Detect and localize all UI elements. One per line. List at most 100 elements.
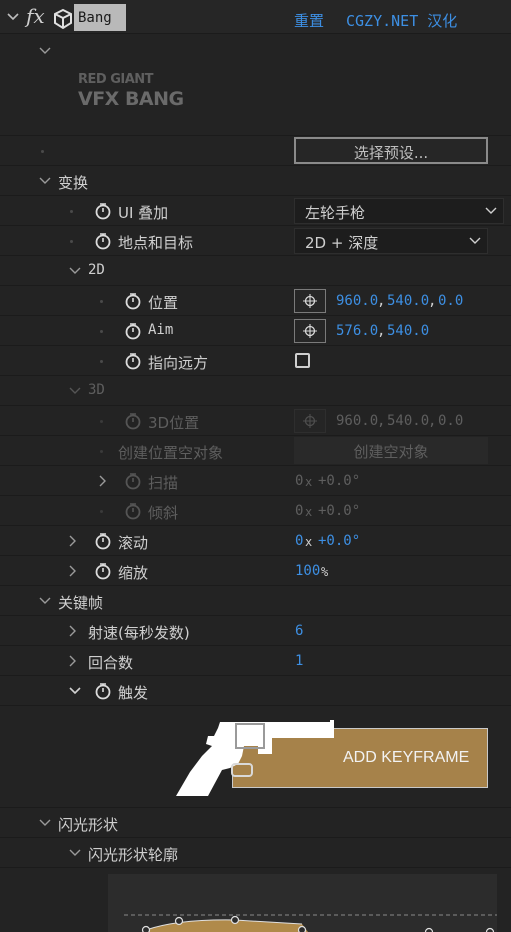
ui-overlay-row: UI 叠加 左轮手枪: [0, 196, 511, 226]
position-3d-z-value: 0.0: [438, 413, 464, 429]
stopwatch-icon[interactable]: [94, 682, 112, 700]
position-x-value[interactable]: 960.0: [336, 293, 378, 309]
fire-rate-value[interactable]: 6: [295, 623, 303, 639]
separator: ,: [428, 413, 437, 429]
flash-profile-label: 闪光形状轮廓: [88, 846, 179, 864]
flash-shape-group[interactable]: 闪光形状: [0, 808, 511, 838]
three-d-label: 3D: [88, 382, 105, 398]
chevron-right-icon[interactable]: [66, 534, 80, 548]
chevron-down-icon: [485, 207, 497, 214]
three-d-group[interactable]: 3D: [0, 376, 511, 406]
stopwatch-icon[interactable]: [94, 532, 112, 550]
scale-label: 缩放: [118, 564, 149, 582]
stopwatch-icon[interactable]: [124, 322, 142, 340]
trigger-label: 触发: [118, 684, 149, 702]
fx-icon[interactable]: fx: [26, 4, 45, 28]
tilt-label: 倾斜: [148, 504, 179, 522]
position-3d-x-value: 960.0: [336, 413, 379, 429]
position-3d-y-value: 540.0: [387, 413, 430, 429]
row-dot: [70, 240, 73, 243]
chevron-down-icon[interactable]: [38, 174, 52, 188]
stopwatch-icon[interactable]: [94, 562, 112, 580]
chevron-right-icon[interactable]: [66, 564, 80, 578]
chevron-down-icon[interactable]: [38, 46, 52, 56]
chevron-right-icon[interactable]: [66, 654, 80, 668]
chevron-down-icon[interactable]: [38, 594, 52, 608]
rounds-row: 回合数 1: [0, 646, 511, 676]
chevron-down-icon[interactable]: [68, 684, 82, 698]
position-3d-row: 3D位置 960.0 , 540.0 , 0.0: [0, 406, 511, 436]
point-far-checkbox[interactable]: [295, 353, 310, 368]
rounds-value[interactable]: 1: [295, 653, 303, 669]
select-preset-button[interactable]: 选择预设...: [294, 137, 488, 164]
flash-profile-curve-editor[interactable]: [108, 874, 497, 932]
stopwatch-icon[interactable]: [124, 352, 142, 370]
chevron-down-icon[interactable]: [68, 384, 82, 398]
stopwatch-icon[interactable]: [94, 232, 112, 250]
location-target-dropdown[interactable]: 2D + 深度: [294, 228, 488, 254]
logo-row: RED GIANT VFX BANG: [0, 34, 511, 136]
logo-line1: RED GIANT: [78, 72, 154, 87]
ui-overlay-dropdown[interactable]: 左轮手枪: [294, 198, 504, 224]
roll-turns[interactable]: 0: [295, 533, 303, 549]
collapse-chevron-icon[interactable]: [6, 12, 20, 22]
position-label: 位置: [148, 294, 179, 312]
position-target-button[interactable]: [294, 289, 326, 313]
credit-link[interactable]: CGZY.NET 汉化: [346, 10, 457, 31]
point-far-row: 指向远方: [0, 346, 511, 376]
cube-icon: [54, 8, 72, 30]
crosshair-icon: [303, 414, 317, 428]
two-d-label: 2D: [88, 262, 105, 278]
chevron-down-icon[interactable]: [68, 264, 82, 278]
stopwatch-icon: [125, 413, 141, 430]
separator: ,: [377, 413, 386, 429]
chevron-right-icon[interactable]: [66, 624, 80, 638]
scale-value[interactable]: 100: [295, 563, 320, 579]
flash-profile-group[interactable]: 闪光形状轮廓: [0, 838, 511, 868]
two-d-group[interactable]: 2D: [0, 256, 511, 286]
pan-x-mark: x: [305, 475, 313, 489]
row-dot: [100, 420, 103, 423]
flash-shape-label: 闪光形状: [58, 816, 119, 834]
position-3d-target-button: [294, 409, 326, 433]
keyframes-group[interactable]: 关键帧: [0, 586, 511, 616]
location-target-label: 地点和目标: [118, 234, 194, 252]
stopwatch-icon[interactable]: [124, 292, 142, 310]
roll-degrees[interactable]: +0.0°: [318, 533, 360, 549]
transform-label: 变换: [58, 174, 89, 192]
scale-unit: %: [321, 565, 329, 579]
chevron-down-icon: [469, 237, 481, 244]
profile-curve[interactable]: [108, 874, 497, 932]
position-y-value[interactable]: 540.0: [387, 293, 429, 309]
revolver-icon: [176, 720, 334, 796]
stopwatch-icon: [125, 503, 141, 520]
chevron-down-icon[interactable]: [38, 816, 52, 830]
separator: ,: [428, 293, 437, 309]
chevron-down-icon[interactable]: [68, 846, 82, 860]
separator: ,: [377, 293, 386, 309]
pan-turns: 0: [295, 473, 304, 489]
pan-degrees: +0.0°: [318, 473, 361, 489]
aim-y-value[interactable]: 540.0: [387, 323, 429, 339]
row-dot: [100, 510, 103, 513]
reset-link[interactable]: 重置: [294, 10, 324, 31]
tilt-turns: 0: [295, 503, 304, 519]
scale-row: 缩放 100 %: [0, 556, 511, 586]
position-row: 位置 960.0 , 540.0 , 0.0: [0, 286, 511, 316]
separator: ,: [377, 323, 386, 339]
row-dot: [100, 450, 103, 453]
trigger-area: ADD KEYFRAME: [0, 706, 511, 808]
point-far-label: 指向远方: [148, 354, 209, 372]
row-dot: [41, 150, 44, 153]
chevron-right-icon[interactable]: [96, 474, 110, 488]
logo-line2: VFX BANG: [78, 88, 184, 110]
stopwatch-icon[interactable]: [94, 202, 112, 220]
rounds-label: 回合数: [88, 654, 134, 672]
position-z-value[interactable]: 0.0: [438, 293, 463, 309]
transform-group[interactable]: 变换: [0, 166, 511, 196]
ui-overlay-value: 左轮手枪: [305, 204, 366, 222]
aim-label: Aim: [148, 322, 174, 338]
position-3d-label: 3D位置: [148, 414, 200, 432]
aim-x-value[interactable]: 576.0: [336, 323, 378, 339]
aim-target-button[interactable]: [294, 319, 326, 343]
